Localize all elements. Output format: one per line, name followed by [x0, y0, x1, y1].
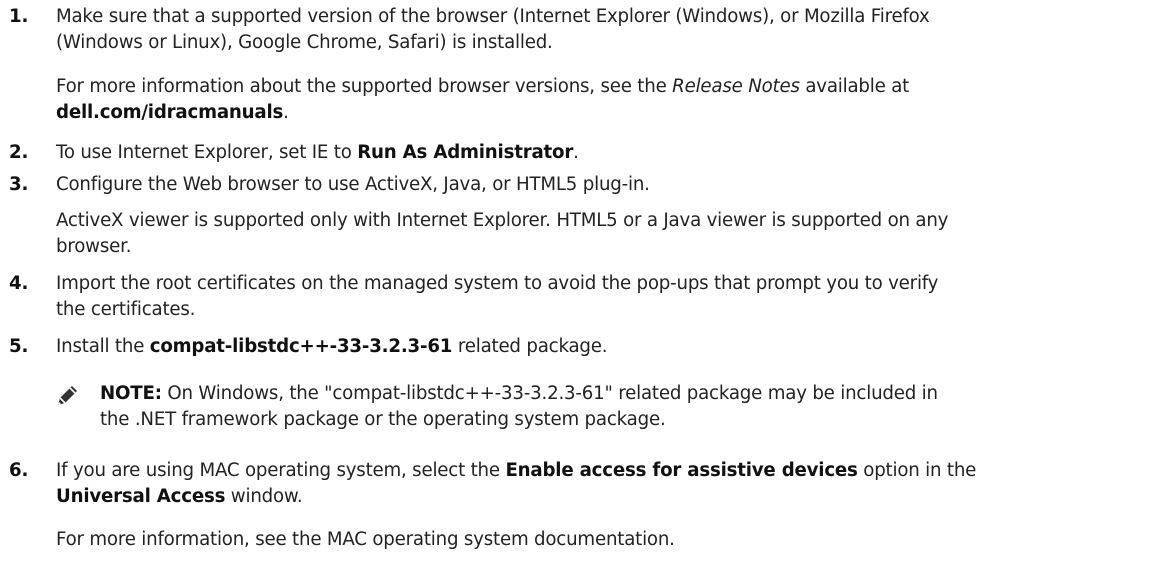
dell-manuals-link[interactable]: dell.com/idracmanuals	[56, 102, 283, 123]
step-text: If you are using MAC operating system, s…	[56, 458, 1139, 510]
step-number: 3.	[9, 174, 29, 195]
note-line-1: On Windows, the "compat-libstdc++-33-3.2…	[161, 383, 938, 404]
step-number: 1.	[9, 6, 29, 27]
step-text: Make sure that a supported version of th…	[56, 4, 1139, 56]
step-text-plain: To use Internet Explorer, set IE to	[56, 142, 358, 163]
enable-access-option-label: Enable access for assistive devices	[505, 460, 858, 481]
run-as-administrator-label: Run As Administrator	[357, 142, 574, 163]
step-text: Install the compat-libstdc++-33-3.2.3-61…	[56, 334, 1139, 360]
release-notes-title: Release Notes	[672, 76, 800, 97]
pencil-note-icon	[56, 383, 80, 407]
step-text-plain: Install the	[56, 336, 150, 357]
step-number: 2.	[9, 142, 29, 163]
step-text-plain: option in the	[857, 460, 977, 481]
step-text-plain: window.	[225, 486, 303, 507]
step-text: To use Internet Explorer, set IE to Run …	[56, 140, 1139, 166]
paragraph-line-2: browser.	[56, 236, 132, 257]
step-paragraph: For more information, see the MAC operat…	[56, 529, 675, 550]
step-text-line-1: Make sure that a supported version of th…	[56, 6, 930, 27]
step-text: Configure the Web browser to use ActiveX…	[56, 174, 650, 195]
paragraph-line-1: ActiveX viewer is supported only with In…	[56, 210, 949, 231]
step-text-plain: .	[573, 142, 579, 163]
step-number: 6.	[9, 460, 29, 481]
note-line-2: the .NET framework package or the operat…	[100, 409, 666, 430]
step-number: 4.	[9, 273, 29, 294]
step-text: Import the root certificates on the mana…	[56, 271, 1139, 323]
note-text: NOTE: On Windows, the "compat-libstdc++-…	[100, 381, 1139, 433]
step-text-line-2: the certificates.	[56, 299, 196, 320]
paragraph-text: For more information about the supported…	[56, 76, 673, 97]
step-paragraph: For more information about the supported…	[56, 74, 1139, 126]
step-paragraph: ActiveX viewer is supported only with In…	[56, 208, 1139, 260]
paragraph-text: .	[283, 102, 289, 123]
step-text-plain: related package.	[452, 336, 608, 357]
step-text-line-2: (Windows or Linux), Google Chrome, Safar…	[56, 32, 553, 53]
universal-access-window-label: Universal Access	[56, 486, 226, 507]
step-text-line-1: Import the root certificates on the mana…	[56, 273, 939, 294]
step-number: 5.	[9, 336, 29, 357]
step-text-plain: If you are using MAC operating system, s…	[56, 460, 506, 481]
note-label: NOTE:	[100, 383, 162, 404]
package-name: compat-libstdc++-33-3.2.3-61	[149, 336, 453, 357]
paragraph-text: available at	[799, 76, 910, 97]
